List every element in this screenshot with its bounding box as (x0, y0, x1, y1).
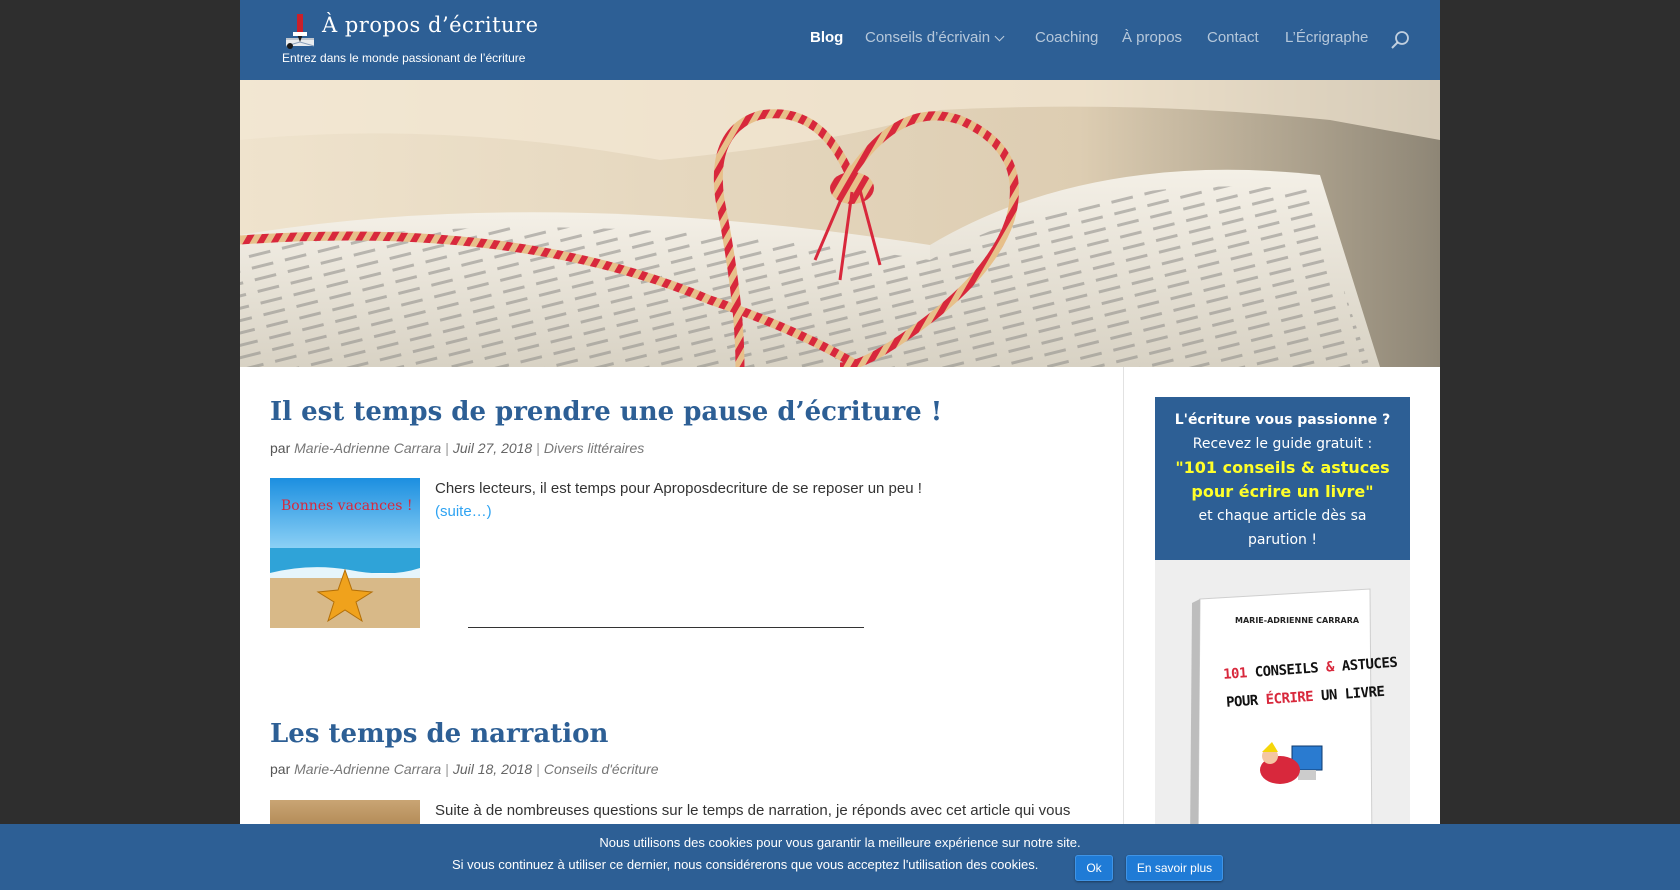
site-logo[interactable]: À propos d’écriture Entrez dans le monde… (282, 10, 542, 70)
guide-title-line2: pour écrire un livre" (1191, 482, 1374, 501)
newsletter-widget: L'écriture vous passionne ? Recevez le g… (1155, 397, 1410, 560)
book-title-part: & (1325, 659, 1335, 676)
post-category-link[interactable]: Conseils d'écriture (544, 761, 659, 777)
post-date: Juil 27, 2018 (452, 440, 533, 456)
post-title[interactable]: Il est temps de prendre une pause d’écri… (270, 397, 942, 427)
read-more-link[interactable]: (suite…) (435, 503, 492, 520)
guide-title-line1: "101 conseils & astuces (1175, 458, 1390, 477)
site-tagline: Entrez dans le monde passionant de l’écr… (282, 51, 526, 65)
guide-book-cover[interactable]: MARIE-ADRIENNE CARRARA 101 CONSEILS & AS… (1190, 587, 1398, 857)
quill-ink-logo-icon (285, 14, 315, 49)
chevron-down-icon (994, 31, 1005, 42)
post-thumbnail[interactable]: Bonnes vacances ! (270, 478, 420, 628)
book-title-part: ASTUCES (1341, 654, 1398, 675)
widget-text-line4: et chaque article dès sa (1198, 508, 1367, 524)
post-meta: par Marie-Adrienne Carrara | Juil 18, 2018… (270, 761, 659, 777)
book-title-part: ÉCRIRE (1265, 688, 1314, 709)
post-title[interactable]: Les temps de narration (270, 719, 608, 749)
post-excerpt: Suite à de nombreuses questions sur le t… (435, 802, 1071, 819)
post-author-link[interactable]: Marie-Adrienne Carrara (294, 761, 441, 777)
book-author: MARIE-ADRIENNE CARRARA (1235, 616, 1360, 625)
cookie-consent-bar: Nous utilisons des cookies pour vous gar… (0, 824, 1680, 890)
blog-post-list: Il est temps de prendre une pause d’écri… (240, 367, 1123, 890)
site-header: À propos d’écriture Entrez dans le monde… (240, 0, 1440, 80)
post-category-link[interactable]: Divers littéraires (544, 440, 644, 456)
post-date: Juil 18, 2018 (452, 761, 533, 777)
book-cover-image (1190, 588, 1373, 850)
nav-item-contact[interactable]: Contact (1207, 29, 1259, 46)
site-title: À propos d’écriture (322, 13, 539, 37)
meta-prefix: par (270, 440, 291, 456)
widget-headline: L'écriture vous passionne ? (1174, 412, 1391, 428)
hero-banner-image (240, 80, 1440, 367)
sidebar-divider (1123, 367, 1124, 890)
nav-item-ecrigraphe[interactable]: L’Écrigraphe (1285, 29, 1368, 46)
search-icon[interactable] (1390, 30, 1412, 52)
nav-item-a-propos[interactable]: À propos (1122, 29, 1182, 46)
widget-subtitle: Recevez le guide gratuit : (1192, 436, 1373, 452)
nav-item-conseils[interactable]: Conseils d’écrivain (865, 29, 1005, 46)
nav-item-conseils-label: Conseils d’écrivain (865, 29, 991, 46)
post-author-link[interactable]: Marie-Adrienne Carrara (294, 440, 441, 456)
meta-prefix: par (270, 761, 291, 777)
book-heart-rope-illustration (240, 80, 1440, 367)
post-excerpt: Chers lecteurs, il est temps pour Apropo… (435, 480, 922, 497)
post-meta: par Marie-Adrienne Carrara | Juil 27, 2018… (270, 440, 645, 456)
book-title-part: 101 (1222, 665, 1248, 683)
page-container: À propos d’écriture Entrez dans le monde… (240, 0, 1440, 890)
book-title-part: POUR (1225, 692, 1259, 711)
cookie-message-line1: Nous utilisons des cookies pour vous gar… (599, 835, 1081, 850)
nav-item-coaching[interactable]: Coaching (1035, 29, 1098, 46)
cookie-message-line2: Si vous continuez à utiliser ce dernier,… (452, 857, 1039, 872)
nav-item-blog[interactable]: Blog (810, 29, 843, 46)
cookie-learn-more-button[interactable]: En savoir plus (1126, 855, 1223, 881)
thumbnail-caption: Bonnes vacances ! (281, 498, 413, 514)
post-divider-line (468, 627, 864, 628)
widget-text-line5: parution ! (1248, 532, 1317, 548)
cookie-ok-button[interactable]: Ok (1075, 855, 1113, 881)
